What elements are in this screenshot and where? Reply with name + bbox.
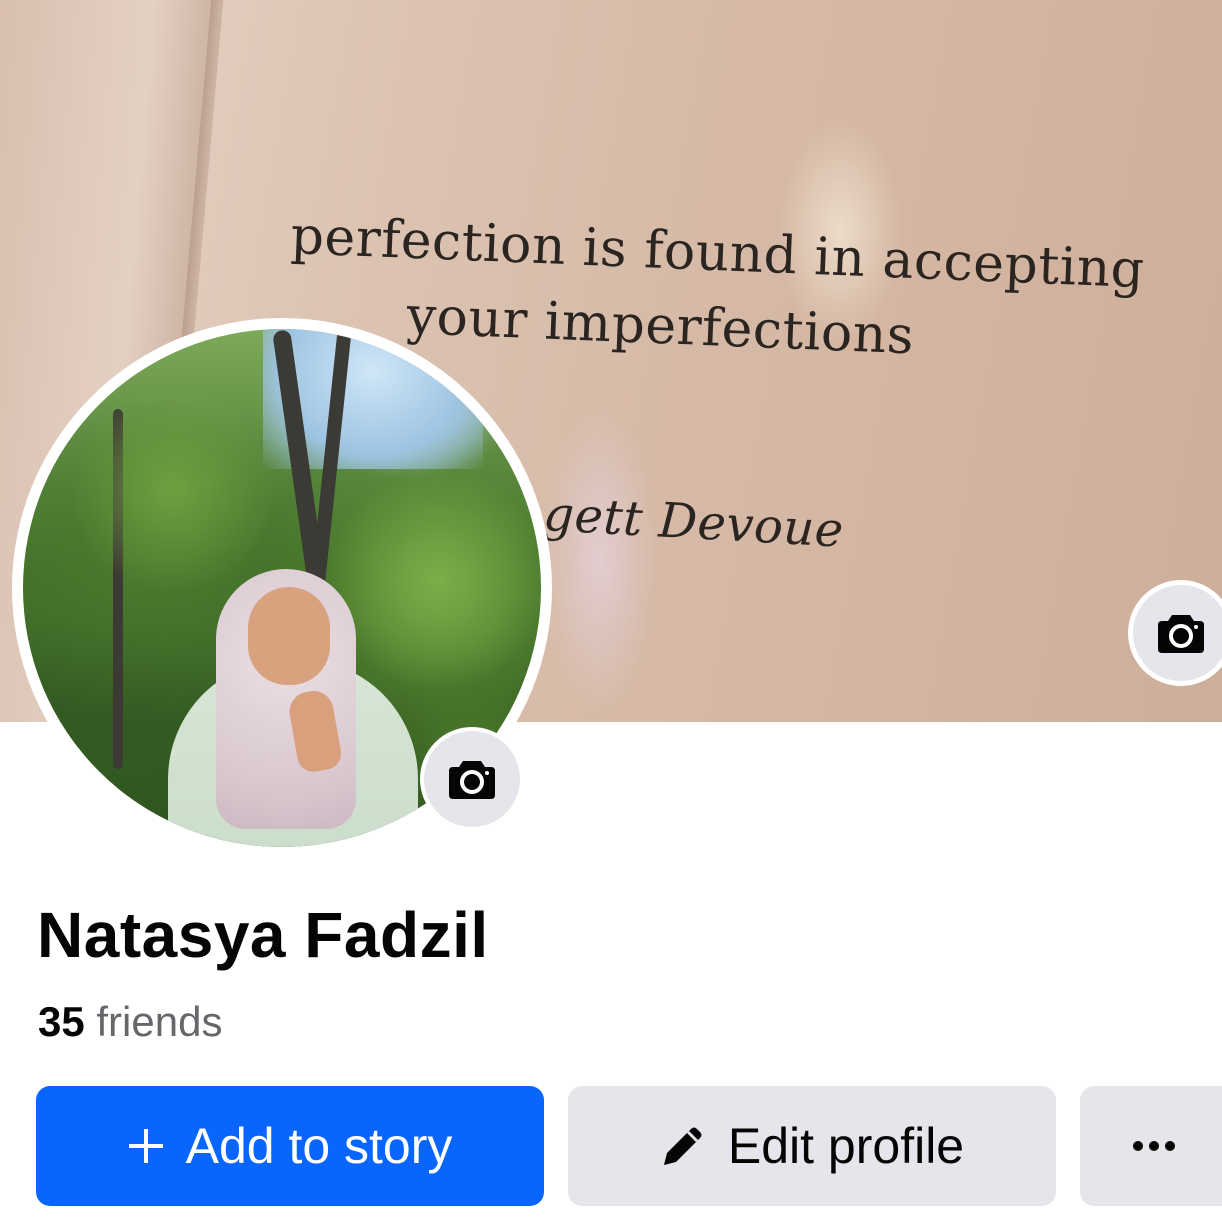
friends-count: 35 [38, 998, 85, 1045]
avatar-foliage [63, 389, 283, 589]
edit-profile-label: Edit profile [727, 1118, 965, 1174]
cover-quote-author: gett Devoue [541, 486, 846, 559]
profile-name: Natasya Fadzil [37, 899, 489, 971]
plus-icon [128, 1128, 164, 1164]
avatar-person-face [248, 587, 330, 685]
camera-icon [1158, 615, 1204, 653]
edit-profile-button[interactable]: Edit profile [568, 1086, 1056, 1206]
add-to-story-button[interactable]: Add to story [36, 1086, 544, 1206]
friends-label: friends [96, 998, 223, 1045]
more-dots-icon [1133, 1141, 1175, 1151]
edit-avatar-button[interactable] [420, 727, 524, 831]
more-options-button[interactable] [1080, 1086, 1222, 1206]
pencil-icon [660, 1123, 706, 1169]
friends-summary[interactable]: 35 friends [38, 998, 222, 1046]
camera-icon [449, 761, 495, 799]
add-to-story-label: Add to story [185, 1118, 453, 1174]
